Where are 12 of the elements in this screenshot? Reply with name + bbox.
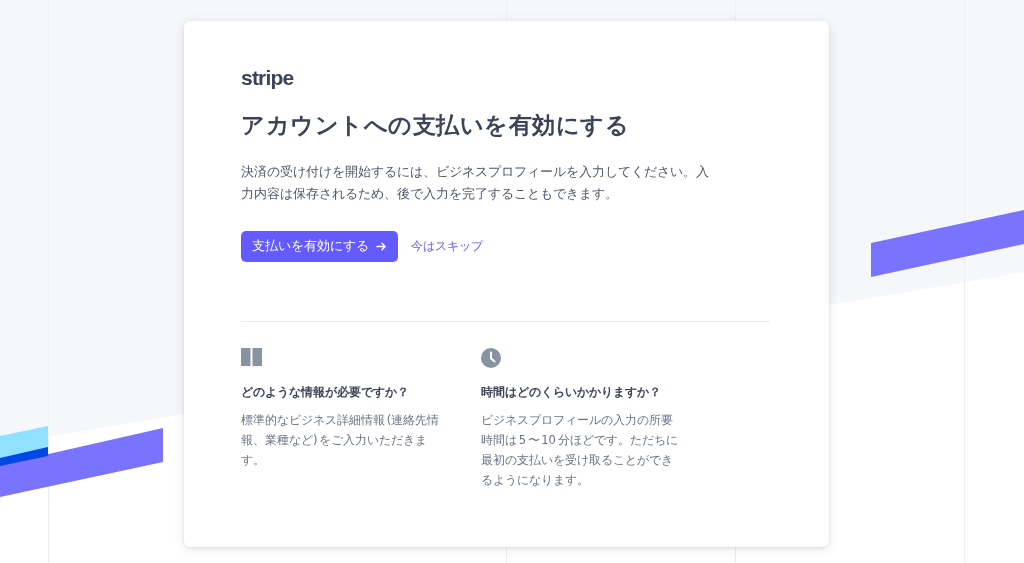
feature-heading: どのような情報が必要ですか？ (241, 384, 410, 400)
feature-heading: 時間はどのくらいかかりますか？ (481, 384, 662, 400)
stripe-logo: stripe (241, 65, 294, 91)
feature-text: 標準的なビジネス詳細情報 (連絡先情報、業種など) をご入力いただきます。 (241, 412, 441, 469)
book-icon (241, 348, 262, 368)
enable-payments-button[interactable]: 支払いを有効にする (241, 231, 398, 262)
page-title: アカウントへの支払いを有効にする (241, 111, 630, 140)
description-text: 決済の受け付けを開始するには、ビジネスプロフィールを入力してください。入力内容は保存されるため、後で入力を完了することもできます。 (241, 163, 710, 203)
skip-link[interactable]: 今はスキップ (411, 238, 483, 255)
feature-text: ビジネスプロフィールの入力の所要時間は 5 〜 10 分ほどです。ただちに最初の支払いを受け取ることができるようになります。 (481, 412, 679, 489)
arrow-icon (376, 241, 387, 252)
clock-icon (481, 348, 501, 368)
